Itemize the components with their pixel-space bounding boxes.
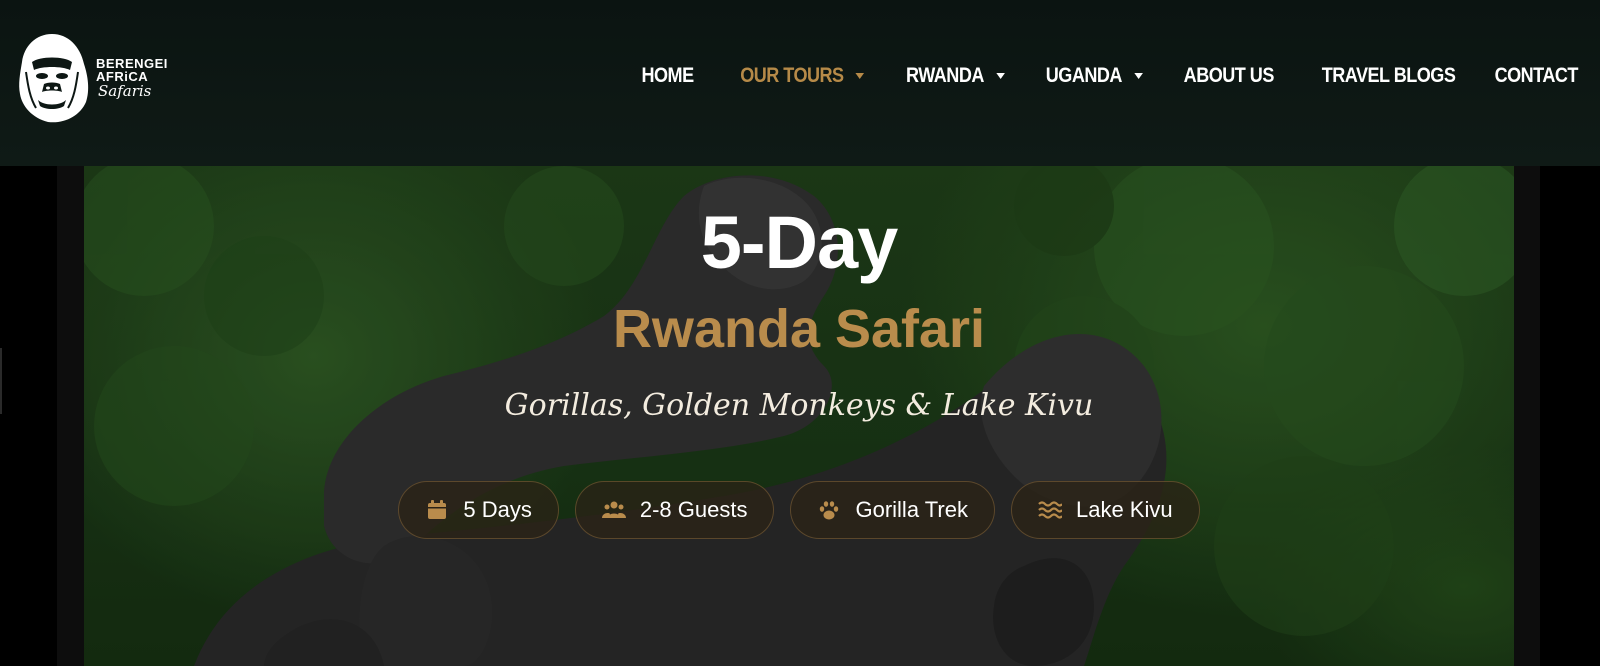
highlight-label: 2-8 Guests — [639, 497, 748, 522]
hero-banner: 5-Day Rwanda Safari Gorillas, Golden Mon… — [84, 166, 1514, 666]
page-gutter-left — [0, 166, 57, 666]
site-logo[interactable]: BERENGEI AFRiCA Safaris — [14, 32, 168, 124]
highlight-label: Gorilla Trek — [855, 497, 968, 522]
water-icon — [1038, 501, 1062, 519]
page-gutter-right — [1540, 166, 1600, 666]
nav-home-label: HOME — [641, 64, 694, 87]
hero-subtitle: Rwanda Safari — [612, 299, 986, 359]
hero-title: 5-Day — [700, 201, 899, 284]
nav-rwanda[interactable]: RWANDA — [905, 64, 1005, 88]
nav-our-tours[interactable]: OUR TOURS — [740, 64, 864, 88]
logo-wordmark: BERENGEI AFRiCA Safaris — [96, 57, 168, 99]
nav-about-us-label: ABOUT US — [1183, 64, 1275, 87]
nav-rwanda-label: RWANDA — [905, 64, 984, 87]
nav-our-tours-label: OUR TOURS — [739, 64, 844, 87]
hero-border-left — [57, 166, 84, 666]
edge-marker — [0, 348, 2, 414]
nav-about-us[interactable]: ABOUT US — [1183, 64, 1275, 88]
highlight-pill-activity: Gorilla Trek — [790, 481, 995, 539]
site-header: BERENGEI AFRiCA Safaris HOME OUR TOURS R… — [0, 0, 1600, 166]
chevron-down-icon — [855, 73, 864, 79]
highlight-pill-duration: 5 Days — [398, 481, 559, 539]
chevron-down-icon — [1134, 73, 1143, 79]
logo-line-3: Safaris — [98, 82, 152, 100]
highlight-pill-location: Lake Kivu — [1010, 481, 1200, 539]
calendar-icon — [428, 500, 447, 519]
hero-border-right — [1514, 166, 1540, 666]
nav-uganda[interactable]: UGANDA — [1046, 64, 1143, 88]
nav-travel-blogs[interactable]: TRAVEL BLOGS — [1321, 64, 1455, 88]
gorilla-logo-icon — [19, 34, 89, 123]
chevron-down-icon — [995, 73, 1005, 79]
nav-travel-blogs-label: TRAVEL BLOGS — [1321, 64, 1456, 87]
main-nav: HOME OUR TOURS RWANDA UGANDA ABOUT US TR… — [607, 64, 1578, 88]
nav-contact-label: CONTACT — [1494, 64, 1579, 87]
paw-icon — [820, 501, 839, 520]
nav-contact[interactable]: CONTACT — [1494, 64, 1579, 88]
nav-uganda-label: UGANDA — [1046, 64, 1123, 87]
hero-content: 5-Day Rwanda Safari Gorillas, Golden Mon… — [84, 166, 1514, 666]
nav-home[interactable]: HOME — [641, 64, 694, 88]
tour-highlights: 5 Days 2-8 Guests Gorilla Trek Lake Kivu — [84, 481, 1514, 539]
users-icon — [601, 501, 626, 518]
hero-tagline: Gorillas, Golden Monkeys & Lake Kivu — [504, 388, 1094, 423]
highlight-label: Lake Kivu — [1075, 497, 1173, 522]
highlight-pill-guests: 2-8 Guests — [574, 481, 775, 539]
highlight-label: 5 Days — [463, 497, 532, 522]
